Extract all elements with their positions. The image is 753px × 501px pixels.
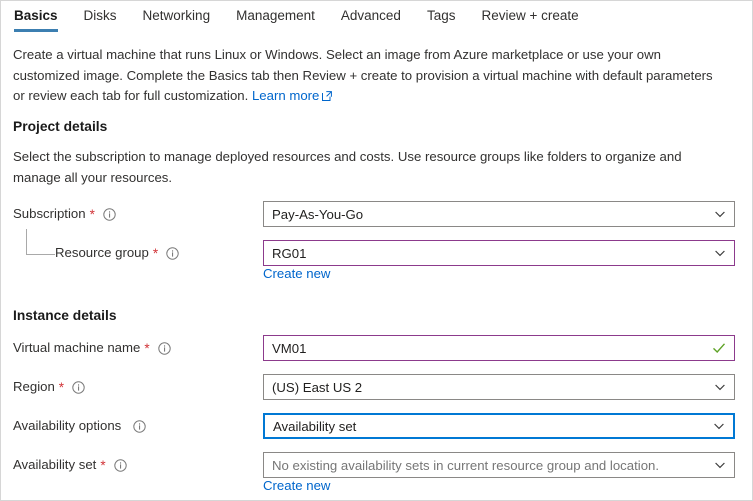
chevron-down-icon <box>714 381 726 393</box>
vm-name-required-asterisk: * <box>144 340 150 356</box>
tab-basics-label: Basics <box>14 8 58 23</box>
subscription-value: Pay-As-You-Go <box>272 206 364 222</box>
region-value: (US) East US 2 <box>272 379 363 395</box>
tab-review-create[interactable]: Review + create <box>468 1 591 25</box>
availability-options-label-text: Availability options <box>13 418 122 433</box>
region-label: Region * <box>13 378 85 396</box>
tab-networking-label: Networking <box>142 8 211 23</box>
tab-management[interactable]: Management <box>223 1 328 25</box>
info-icon[interactable] <box>133 419 146 433</box>
region-required-asterisk: * <box>58 379 65 395</box>
external-link-icon <box>322 87 333 108</box>
subscription-label: Subscription * <box>13 205 116 223</box>
subscription-row: Subscription * Pay-As-You-Go <box>1 201 752 229</box>
info-icon[interactable] <box>103 207 116 221</box>
resource-group-select[interactable]: RG01 <box>263 240 735 266</box>
availability-options-label: Availability options <box>13 417 146 435</box>
region-select[interactable]: (US) East US 2 <box>263 374 735 400</box>
resource-group-create-new-link[interactable]: Create new <box>263 266 330 281</box>
tab-advanced-label: Advanced <box>340 8 401 23</box>
page-description: Create a virtual machine that runs Linux… <box>13 45 727 108</box>
project-details-heading: Project details <box>13 119 108 134</box>
info-icon[interactable] <box>157 341 171 355</box>
create-vm-basics-page: Basics Disks Networking Management Advan… <box>0 0 753 501</box>
info-icon[interactable] <box>113 458 127 472</box>
chevron-down-icon <box>714 459 726 471</box>
instance-details-heading: Instance details <box>13 308 117 323</box>
vm-name-row: Virtual machine name * VM01 <box>1 335 752 363</box>
tab-disks-label: Disks <box>83 8 117 23</box>
availability-set-label-text: Availability set <box>13 457 97 472</box>
project-details-description: Select the subscription to manage deploy… <box>13 149 682 185</box>
vm-name-label: Virtual machine name * <box>13 339 171 357</box>
learn-more-label: Learn more <box>251 88 320 103</box>
resource-group-row: Resource group * RG01 <box>1 240 752 268</box>
subscription-select[interactable]: Pay-As-You-Go <box>263 201 735 227</box>
tab-networking[interactable]: Networking <box>130 1 224 25</box>
tab-tags[interactable]: Tags <box>414 1 469 25</box>
tab-review-create-label: Review + create <box>481 8 579 23</box>
chevron-down-icon <box>713 420 725 432</box>
tab-tags-label: Tags <box>426 8 456 23</box>
vm-name-value: VM01 <box>272 340 307 356</box>
resource-group-label-text: Resource group <box>55 245 149 260</box>
learn-more-link[interactable]: Learn more <box>251 88 333 103</box>
region-row: Region * (US) East US 2 <box>1 374 752 402</box>
availability-set-select[interactable]: No existing availability sets in current… <box>263 452 735 478</box>
page-description-text: Create a virtual machine that runs Linux… <box>13 47 713 103</box>
tab-advanced[interactable]: Advanced <box>328 1 414 25</box>
availability-set-value: No existing availability sets in current… <box>272 457 660 473</box>
availability-options-select[interactable]: Availability set <box>263 413 735 439</box>
vm-name-input[interactable]: VM01 <box>263 335 735 361</box>
resource-group-label: Resource group * <box>55 244 179 262</box>
availability-set-label: Availability set * <box>13 456 127 474</box>
region-label-text: Region <box>13 379 55 394</box>
tab-active-underline <box>14 29 58 32</box>
checkmark-icon <box>712 341 726 355</box>
availability-set-create-new-link[interactable]: Create new <box>263 478 330 493</box>
subscription-label-text: Subscription <box>13 206 86 221</box>
chevron-down-icon <box>714 247 726 259</box>
chevron-down-icon <box>714 208 726 220</box>
subscription-required-asterisk: * <box>89 206 95 222</box>
tab-management-label: Management <box>236 8 315 23</box>
availability-options-row: Availability options Availability set <box>1 413 752 441</box>
resource-group-required-asterisk: * <box>152 245 159 261</box>
info-icon[interactable] <box>72 380 85 394</box>
wizard-tabs: Basics Disks Networking Management Advan… <box>1 1 752 33</box>
availability-options-value: Availability set <box>273 418 357 434</box>
tab-disks[interactable]: Disks <box>71 1 130 25</box>
availability-set-row: Availability set * No existing availabil… <box>1 452 752 480</box>
tab-basics[interactable]: Basics <box>12 1 71 32</box>
resource-group-value: RG01 <box>272 245 307 261</box>
availability-set-required-asterisk: * <box>100 457 106 473</box>
vm-name-label-text: Virtual machine name <box>13 340 141 355</box>
info-icon[interactable] <box>166 246 179 260</box>
